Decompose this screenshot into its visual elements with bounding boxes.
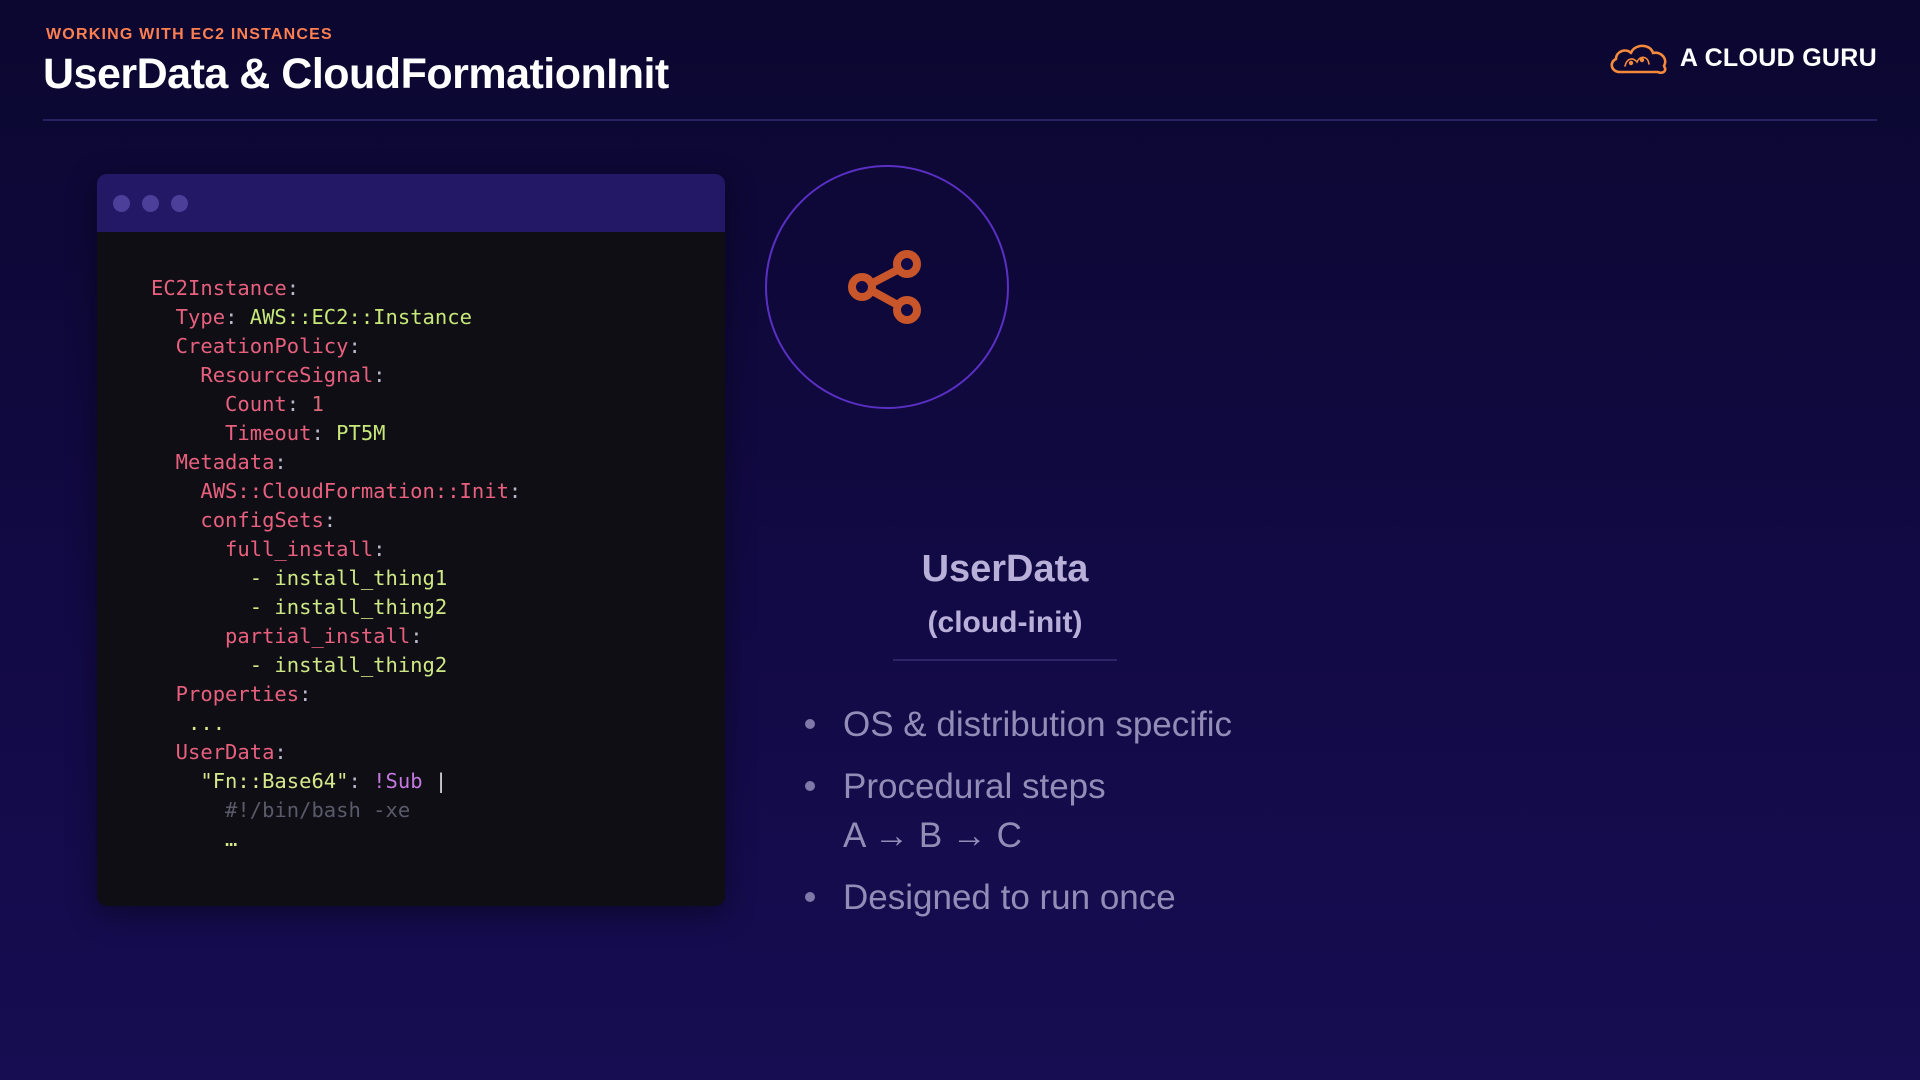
code-line: full_install: [151,535,725,564]
section-heading: UserData [921,548,1089,590]
window-titlebar [97,174,725,232]
code-line: CreationPolicy: [151,332,725,361]
code-line: Count: 1 [151,390,725,419]
bullet-dot-icon [805,781,815,791]
code-token: | [434,769,448,793]
code-token: : [323,508,337,532]
code-token: "Fn::Base64" [151,769,349,793]
cloud-logo-icon [1610,44,1667,75]
code-token: : [274,740,287,764]
code-line: Type: AWS::EC2::Instance [151,303,725,332]
code-token: Metadata [151,450,275,474]
bullet-item: OS & distribution specific [800,700,1440,749]
code-token: : [225,305,250,329]
code-line: - install_thing1 [151,564,725,593]
window-dot-icon [113,194,130,212]
code-token: #!/bin/bash -xe [151,798,411,822]
code-line: - install_thing2 [151,593,725,622]
code-line: "Fn::Base64": !Sub | [151,767,725,796]
code-line: UserData: [151,738,725,767]
code-token: Properties [151,682,300,706]
header-divider [43,119,1877,121]
code-token: - install_thing2 [151,595,448,619]
code-token: Count [151,392,287,416]
window-dot-icon [171,194,188,212]
section-subheading: (cloud-init) [927,606,1083,639]
code-line: ... [151,709,725,738]
bullet-item: Procedural steps A → B → C [800,762,1440,860]
code-token: : [373,363,386,387]
kicker: WORKING WITH EC2 INSTANCES [46,26,333,43]
code-token: PT5M [336,421,386,445]
window-dot-icon [142,194,159,212]
code-token: EC2Instance [151,276,287,300]
code-line: configSets: [151,506,725,535]
bullet-text: Designed to run once [843,878,1176,917]
code-token: configSets [151,508,324,532]
brand-name: A CLOUD GURU [1679,43,1877,72]
code-token: Timeout [151,421,312,445]
code-token: : [410,624,423,648]
heading-divider [893,659,1117,661]
code-token: - install_thing2 [151,653,448,677]
code-token: !Sub [373,769,435,793]
code-token: : [348,334,361,358]
code-token: AWS::CloudFormation::Init [151,479,509,503]
code-token: : [286,276,300,300]
code-token: partial_install [151,624,411,648]
code-token: : [373,537,386,561]
code-line: ResourceSignal: [151,361,725,390]
bullet-text: OS & distribution specific [843,705,1233,744]
code-line: partial_install: [151,622,725,651]
code-token: 1 [311,392,324,416]
code-token: UserData [151,740,275,764]
code-token: - install_thing1 [151,566,448,590]
bullet-subtext: A → B → C [843,816,1022,855]
bullet-list: OS & distribution specific Procedural st… [800,700,1440,935]
icon-circle [765,165,1009,409]
bullet-dot-icon [805,719,815,729]
code-line: - install_thing2 [151,651,725,680]
code-token: full_install [151,537,374,561]
code-token: : [274,450,287,474]
code-line: AWS::CloudFormation::Init: [151,477,725,506]
code-token: … [151,827,238,851]
code-line: #!/bin/bash -xe [151,796,725,825]
share-icon [848,250,921,324]
code-line: … [151,825,725,854]
code-block: EC2Instance: Type: AWS::EC2::Instance Cr… [97,232,725,854]
brand: A CLOUD GURU [1606,38,1877,78]
code-token: : [311,421,337,445]
bullet-item: Designed to run once [800,873,1440,922]
code-token: AWS::EC2::Instance [249,305,472,329]
code-token: CreationPolicy [151,334,349,358]
code-line: Properties: [151,680,725,709]
code-line: Timeout: PT5M [151,419,725,448]
code-token: ... [151,711,226,735]
code-token: : [348,769,374,793]
slide-title: UserData & CloudFormationInit [43,50,669,98]
code-token: Type [151,305,226,329]
code-token: : [299,682,312,706]
code-token: : [508,479,522,503]
code-line: EC2Instance: [151,274,725,303]
code-window: EC2Instance: Type: AWS::EC2::Instance Cr… [97,174,725,906]
code-line: Metadata: [151,448,725,477]
code-token: : [286,392,312,416]
bullet-text: Procedural steps [843,767,1106,806]
code-token: ResourceSignal [151,363,374,387]
bullet-dot-icon [805,892,815,902]
